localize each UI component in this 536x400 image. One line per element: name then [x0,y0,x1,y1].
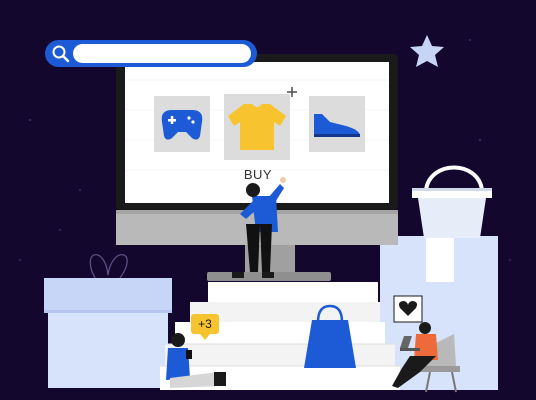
ecommerce-illustration: BUY +3 [0,0,536,400]
search-icon [52,45,70,63]
buy-label[interactable]: BUY [236,167,280,185]
search-bar[interactable] [45,40,257,67]
stairs [160,282,400,390]
star-icon [410,35,444,67]
search-input[interactable] [73,44,251,63]
shopping-basket [412,165,492,238]
notification-pointer [200,334,210,340]
product-tile-gamepad[interactable] [154,96,210,152]
notification-badge: +3 [191,314,219,334]
heart-icon [393,295,423,323]
product-tile-sneaker[interactable] [309,96,365,152]
gift-box [44,254,172,388]
product-tile-t-shirt[interactable] [224,94,290,160]
